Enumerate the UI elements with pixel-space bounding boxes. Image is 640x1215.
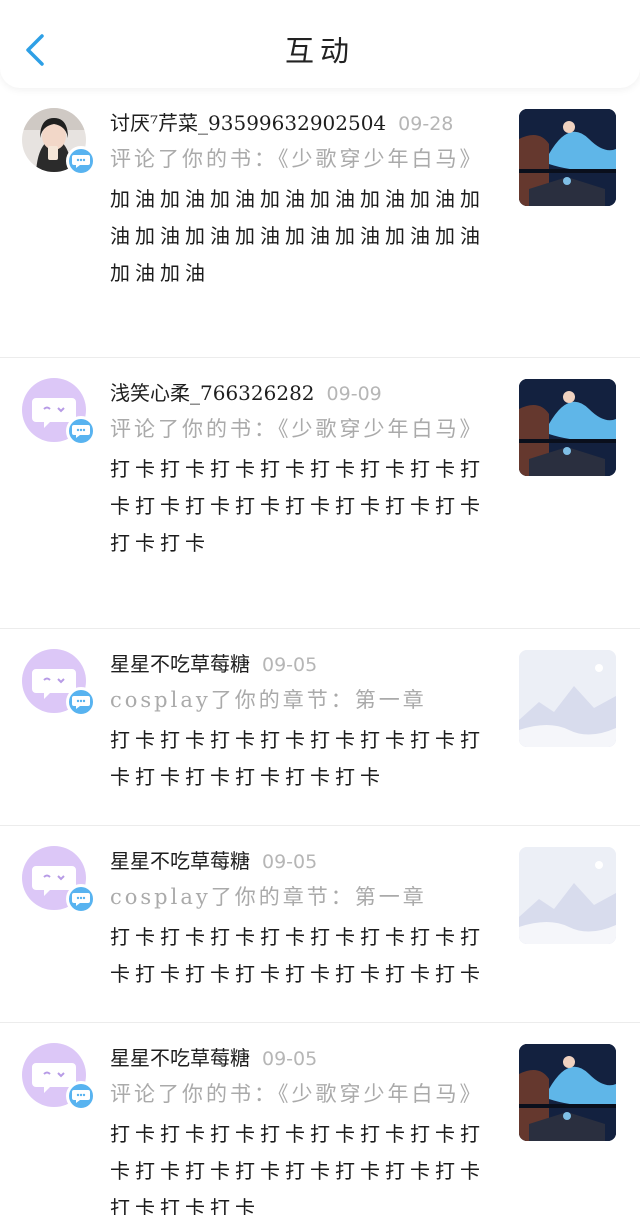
item-content: 星星不吃草莓糖 09-05 cosplay了你的章节：第一章 打卡打卡打卡打卡打卡… bbox=[110, 844, 490, 993]
timestamp: 09-28 bbox=[398, 113, 454, 135]
list-item[interactable]: 浅笑心柔_766326282 09-09 评论了你的书：《少歌穿少年白马》 打卡打… bbox=[0, 358, 640, 629]
book-cover-thumbnail[interactable] bbox=[519, 109, 616, 206]
item-content: 星星不吃草莓糖 09-05 cosplay了你的章节：第一章 打卡打卡打卡打卡打卡… bbox=[110, 647, 490, 796]
list-item[interactable]: 星星不吃草莓糖 09-05 评论了你的书：《少歌穿少年白马》 打卡打卡打卡打卡打卡… bbox=[0, 1023, 640, 1215]
page-title: 互动 bbox=[284, 34, 355, 68]
user-line: 星星不吃草莓糖 09-05 bbox=[110, 647, 490, 682]
user-line: 星星不吃草莓糖 09-05 bbox=[110, 844, 490, 879]
action-text[interactable]: cosplay了你的章节：第一章 bbox=[110, 879, 490, 915]
book-cover-thumbnail[interactable] bbox=[519, 379, 616, 476]
avatar[interactable] bbox=[22, 378, 96, 452]
timestamp: 09-05 bbox=[262, 1048, 318, 1070]
item-content: 讨厌⁷芹菜_93599632902504 09-28 评论了你的书：《少歌穿少年白… bbox=[110, 106, 490, 292]
username[interactable]: 浅笑心柔_766326282 bbox=[110, 381, 315, 405]
timestamp: 09-09 bbox=[326, 383, 382, 405]
action-text[interactable]: 评论了你的书：《少歌穿少年白马》 bbox=[110, 1076, 490, 1112]
item-content: 星星不吃草莓糖 09-05 评论了你的书：《少歌穿少年白马》 打卡打卡打卡打卡打卡… bbox=[110, 1041, 490, 1215]
comment-text: 打卡打卡打卡打卡打卡打卡打卡打卡打卡打卡打卡打卡打卡打卡打卡打卡打卡打卡 bbox=[110, 1122, 485, 1215]
comment-badge-icon bbox=[66, 146, 96, 176]
username[interactable]: 星星不吃草莓糖 bbox=[110, 849, 250, 873]
action-text[interactable]: cosplay了你的章节：第一章 bbox=[110, 682, 490, 718]
list-item[interactable]: 星星不吃草莓糖 09-05 cosplay了你的章节：第一章 打卡打卡打卡打卡打卡… bbox=[0, 826, 640, 1023]
user-line: 讨厌⁷芹菜_93599632902504 09-28 bbox=[110, 106, 490, 141]
user-line: 星星不吃草莓糖 09-05 bbox=[110, 1041, 490, 1076]
comment-badge-icon bbox=[66, 687, 96, 717]
top-bar: 互动 bbox=[0, 0, 640, 88]
username[interactable]: 讨厌⁷芹菜_93599632902504 bbox=[110, 111, 386, 135]
placeholder-thumbnail[interactable] bbox=[519, 650, 616, 747]
comment-text: 打卡打卡打卡打卡打卡打卡打卡打卡打卡打卡打卡打卡打卡打卡打卡 bbox=[110, 925, 485, 986]
list-item[interactable]: 星星不吃草莓糖 09-05 cosplay了你的章节：第一章 打卡打卡打卡打卡打卡… bbox=[0, 629, 640, 826]
comment-badge-icon bbox=[66, 884, 96, 914]
avatar[interactable] bbox=[22, 1043, 96, 1117]
avatar[interactable] bbox=[22, 649, 96, 723]
book-cover-thumbnail[interactable] bbox=[519, 1044, 616, 1141]
list-item[interactable]: 讨厌⁷芹菜_93599632902504 09-28 评论了你的书：《少歌穿少年白… bbox=[0, 88, 640, 358]
comment-badge-icon bbox=[66, 1081, 96, 1111]
action-text[interactable]: 评论了你的书：《少歌穿少年白马》 bbox=[110, 411, 490, 447]
comment-text: 加油加油加油加油加油加油加油加油加油加油加油加油加油加油加油加油加油 bbox=[110, 187, 485, 285]
username[interactable]: 星星不吃草莓糖 bbox=[110, 1046, 250, 1070]
placeholder-thumbnail[interactable] bbox=[519, 847, 616, 944]
avatar[interactable] bbox=[22, 108, 96, 182]
user-line: 浅笑心柔_766326282 09-09 bbox=[110, 376, 490, 411]
item-content: 浅笑心柔_766326282 09-09 评论了你的书：《少歌穿少年白马》 打卡打… bbox=[110, 376, 490, 562]
comment-badge-icon bbox=[66, 416, 96, 446]
username[interactable]: 星星不吃草莓糖 bbox=[110, 652, 250, 676]
timestamp: 09-05 bbox=[262, 851, 318, 873]
avatar[interactable] bbox=[22, 846, 96, 920]
action-text[interactable]: 评论了你的书：《少歌穿少年白马》 bbox=[110, 141, 490, 177]
comment-text: 打卡打卡打卡打卡打卡打卡打卡打卡打卡打卡打卡打卡打卡 bbox=[110, 728, 485, 789]
timestamp: 09-05 bbox=[262, 654, 318, 676]
comment-text: 打卡打卡打卡打卡打卡打卡打卡打卡打卡打卡打卡打卡打卡打卡打卡打卡打卡 bbox=[110, 457, 485, 555]
